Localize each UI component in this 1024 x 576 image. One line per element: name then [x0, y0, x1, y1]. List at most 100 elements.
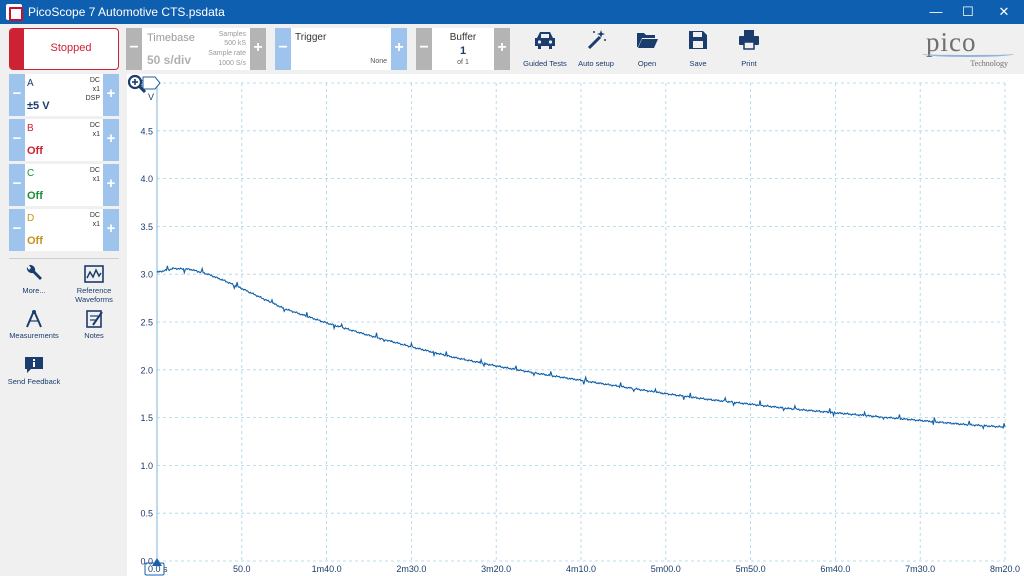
channel-c-settings[interactable]: C DC x1 Off — [25, 164, 103, 206]
channel-b-decrease-button[interactable]: − — [9, 119, 25, 161]
channel-c-range: Off — [27, 190, 43, 202]
title-bar: PicoScope 7 Automotive CTS.psdata — ☐ ✕ — [0, 0, 1024, 24]
trigger-decrease-button[interactable]: − — [275, 28, 291, 70]
pico-logo: pico Technology — [918, 27, 1018, 71]
buffer-previous-button[interactable]: − — [416, 28, 432, 70]
guided-tests-label: Guided Tests — [523, 59, 567, 68]
y-axis-unit: V — [148, 92, 154, 102]
x-tick-label: 8m20.0 — [990, 564, 1020, 574]
save-button[interactable]: Save — [670, 28, 726, 70]
open-label: Open — [637, 59, 657, 68]
channel-c-name: C — [27, 168, 35, 179]
channel-d-increase-button[interactable]: + — [103, 209, 119, 251]
logo-subtitle: Technology — [970, 59, 1008, 68]
run-state-label: Stopped — [50, 42, 92, 54]
channel-c-coupling: DC — [89, 167, 100, 174]
y-tick-label: 1.0 — [140, 461, 153, 471]
channel-d-control[interactable]: − D DC x1 Off + — [9, 209, 119, 251]
reference-waveforms-button[interactable]: Reference Waveforms — [66, 264, 122, 304]
sample-rate-label: Sample rate — [208, 50, 246, 57]
floppy-icon — [689, 31, 707, 49]
magic-wand-icon — [587, 30, 606, 50]
channel-a-control[interactable]: − A DC x1 DSP ±5 V + — [9, 74, 119, 116]
trigger-control[interactable]: Trigger None — [291, 28, 391, 70]
timebase-increase-button[interactable]: + — [250, 28, 266, 70]
channel-c-increase-button[interactable]: + — [103, 164, 119, 206]
send-feedback-button[interactable]: Send Feedback — [6, 355, 62, 386]
buffer-next-button[interactable]: + — [494, 28, 510, 70]
channel-c-probe: x1 — [92, 176, 100, 183]
buffer-label: Buffer — [449, 32, 477, 43]
picoscope-window: PicoScope 7 Automotive CTS.psdata — ☐ ✕ … — [0, 0, 1024, 576]
samples-value: 500 kS — [224, 40, 246, 47]
send-feedback-label: Send Feedback — [7, 377, 61, 386]
scope-view[interactable]: 0.00.51.01.52.02.53.03.54.04.55.0 0.0 s5… — [127, 74, 1024, 576]
x-tick-label: 5m50.0 — [736, 564, 766, 574]
channel-a-settings[interactable]: A DC x1 DSP ±5 V — [25, 74, 103, 116]
open-button[interactable]: Open — [619, 28, 675, 70]
trigger-mode: None — [370, 58, 387, 65]
minimize-button[interactable]: — — [920, 0, 952, 24]
channel-b-increase-button[interactable]: + — [103, 119, 119, 161]
zoom-icon[interactable] — [127, 74, 147, 94]
channel-a-name: A — [27, 78, 34, 89]
channel-a-probe: x1 — [92, 86, 100, 93]
guided-tests-button[interactable]: Guided Tests — [517, 28, 573, 70]
y-tick-label: 0.5 — [140, 509, 153, 519]
reference-waveforms-label: Reference Waveforms — [75, 286, 113, 304]
buffer-total: of 1 — [457, 59, 469, 66]
channel-panel: − A DC x1 DSP ±5 V + − B DC x1 Off + − C — [0, 74, 127, 576]
channel-c-control[interactable]: − C DC x1 Off + — [9, 164, 119, 206]
channel-a-dsp: DSP — [85, 95, 100, 102]
app-icon — [6, 4, 23, 21]
timebase-control[interactable]: Timebase 50 s/div Samples 500 kS Sample … — [142, 28, 250, 70]
logo-swoosh — [922, 51, 1014, 57]
y-tick-label: 4.0 — [140, 174, 153, 184]
channel-b-range: Off — [27, 145, 43, 157]
folder-icon — [637, 33, 658, 48]
oscilloscope-graph[interactable]: 0.00.51.01.52.02.53.03.54.04.55.0 0.0 s5… — [127, 74, 1024, 576]
channel-d-decrease-button[interactable]: − — [9, 209, 25, 251]
printer-icon — [739, 30, 759, 50]
buffer-control[interactable]: Buffer 1 of 1 — [432, 28, 494, 70]
measurements-label: Measurements — [9, 331, 59, 340]
measurements-button[interactable]: Measurements — [6, 309, 62, 340]
y-tick-label: 2.5 — [140, 318, 153, 328]
save-label: Save — [689, 59, 707, 68]
window-title: PicoScope 7 Automotive CTS.psdata — [28, 5, 225, 19]
waveform-icon — [84, 265, 104, 283]
run-stop-button[interactable]: Stopped — [9, 28, 119, 70]
close-button[interactable]: ✕ — [988, 0, 1020, 24]
more-tools-button[interactable]: More... — [6, 264, 62, 295]
channel-d-coupling: DC — [89, 212, 100, 219]
channel-a-increase-button[interactable]: + — [103, 74, 119, 116]
channel-c-decrease-button[interactable]: − — [9, 164, 25, 206]
caliper-icon — [26, 310, 42, 328]
feedback-icon — [25, 357, 43, 373]
x-tick-label: 7m30.0 — [905, 564, 935, 574]
timebase-decrease-button[interactable]: − — [126, 28, 142, 70]
x-tick-label: 2m30.0 — [396, 564, 426, 574]
x-tick-label: 6m40.0 — [820, 564, 850, 574]
graticule-grid — [156, 82, 1006, 562]
more-tools-label: More... — [22, 286, 46, 295]
wrench-icon — [26, 264, 42, 280]
channel-d-name: D — [27, 213, 35, 224]
x-tick-label: 5m00.0 — [651, 564, 681, 574]
x-axis-ticks: 0.0 s 50.0 1m40.0 2m30.0 3m20.0 4m10.0 5m00.0 5… — [148, 564, 1020, 574]
samples-label: Samples — [218, 31, 246, 38]
y-tick-label: 4.5 — [140, 126, 153, 136]
channel-d-range: Off — [27, 235, 43, 247]
channel-d-settings[interactable]: D DC x1 Off — [25, 209, 103, 251]
print-button[interactable]: Print — [721, 28, 777, 70]
channel-b-control[interactable]: − B DC x1 Off + — [9, 119, 119, 161]
maximize-button[interactable]: ☐ — [952, 0, 984, 24]
trigger-increase-button[interactable]: + — [391, 28, 407, 70]
channel-a-decrease-button[interactable]: − — [9, 74, 25, 116]
trigger-origin-marker[interactable] — [152, 558, 162, 566]
notes-button[interactable]: Notes — [66, 309, 122, 340]
channel-b-probe: x1 — [92, 131, 100, 138]
y-tick-label: 1.5 — [140, 413, 153, 423]
auto-setup-button[interactable]: Auto setup — [568, 28, 624, 70]
channel-b-settings[interactable]: B DC x1 Off — [25, 119, 103, 161]
